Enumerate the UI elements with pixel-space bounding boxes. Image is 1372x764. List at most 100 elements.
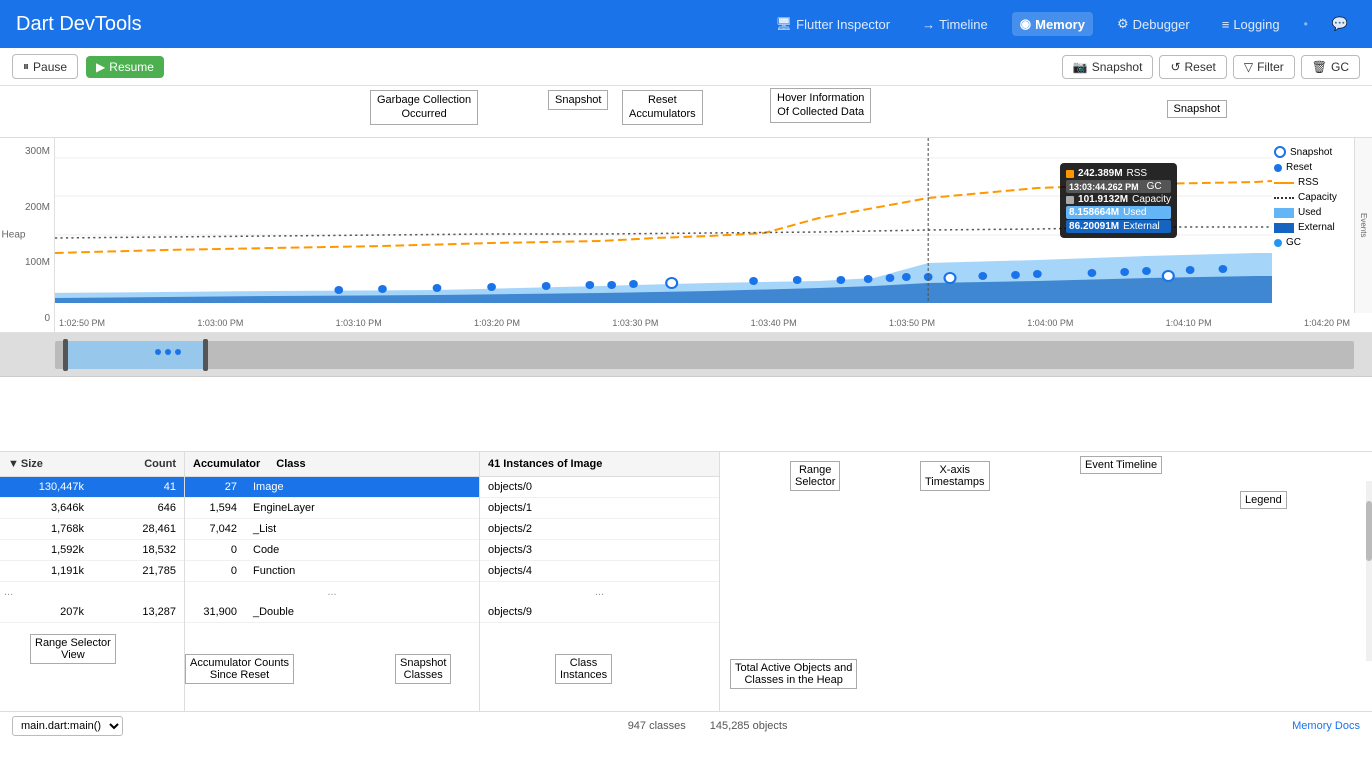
pause-button[interactable]: ⏸ Pause: [12, 54, 78, 79]
nav-memory[interactable]: ◉ Memory: [1012, 12, 1093, 36]
mobile-icon: 🖥: [776, 16, 793, 32]
annotation-reset-accumulators: Reset Accumulators: [622, 90, 703, 125]
nav-logging[interactable]: ≡ Logging: [1214, 13, 1288, 36]
range-selector[interactable]: [0, 333, 1372, 377]
main-selector[interactable]: main.dart:main(): [12, 716, 123, 736]
gc-legend-icon: [1274, 239, 1282, 247]
legend-item-external: External: [1274, 222, 1364, 233]
gc-button[interactable]: 🗑 GC: [1301, 55, 1360, 79]
table-row[interactable]: 0 Code: [185, 540, 479, 561]
list-item[interactable]: objects/4: [480, 561, 719, 582]
range-dot-2: [165, 349, 171, 355]
acc-header-class[interactable]: Class: [268, 452, 313, 476]
filter-icon: ▽: [1244, 60, 1253, 74]
chart-legend: Snapshot Reset RSS Capacity Used: [1274, 146, 1364, 248]
memory-docs-link[interactable]: Memory Docs: [1292, 720, 1360, 732]
legend-item-used: Used: [1274, 207, 1364, 218]
statusbar: main.dart:main() 947 classes 145,285 obj…: [0, 711, 1372, 740]
annotation-garbage-collection: Garbage Collection Occurred: [370, 90, 478, 125]
acc-panel-header: Accumulator Class: [185, 452, 479, 477]
snapshot-button[interactable]: 📷 Snapshot: [1062, 55, 1154, 79]
resume-button[interactable]: ▶ Resume: [86, 56, 164, 78]
size-panel-header: ▼ Size Count: [0, 452, 184, 477]
tooltip-used-row: 8.158664M Used: [1066, 206, 1171, 219]
tooltip-external-row: 86.20091M External: [1066, 220, 1171, 233]
legend-item-rss: RSS: [1274, 177, 1364, 188]
debugger-icon: ⚙: [1117, 16, 1129, 32]
nav-timeline[interactable]: → Timeline: [914, 13, 996, 36]
range-handle-right[interactable]: [203, 339, 208, 371]
reset-button[interactable]: ↺ Reset: [1159, 55, 1226, 79]
table-row[interactable]: 1,592k 18,532: [0, 540, 184, 561]
table-row[interactable]: 0 Function: [185, 561, 479, 582]
table-row[interactable]: 31,900 _Double: [185, 602, 479, 623]
nav-feedback[interactable]: 💬: [1324, 12, 1356, 36]
filter-button[interactable]: ▽ Filter: [1233, 55, 1295, 79]
rss-legend-icon: [1274, 182, 1294, 184]
pause-icon: ⏸: [23, 59, 29, 74]
size-panel: ▼ Size Count 130,447k 41 3,646k 646: [0, 452, 185, 711]
toolbar-right: 📷 Snapshot ↺ Reset ▽ Filter 🗑 GC: [1062, 55, 1360, 79]
list-item[interactable]: objects/9: [480, 602, 719, 623]
accumulator-panel: Accumulator Class 27 Image 1,594 EngineL…: [185, 452, 480, 711]
chart-section: 300M 200M 100M 0 Heap: [0, 138, 1372, 451]
size-ellipsis: ...: [0, 582, 184, 602]
legend-item-capacity: Capacity: [1274, 192, 1364, 203]
instances-header: 41 Instances of Image: [480, 452, 719, 477]
tooltip-rss-color: [1066, 170, 1074, 178]
acc-ellipsis: ...: [185, 582, 479, 602]
table-row[interactable]: 1,768k 28,461: [0, 519, 184, 540]
table-row[interactable]: 7,042 _List: [185, 519, 479, 540]
range-handle-left[interactable]: [63, 339, 68, 371]
tooltip-capacity-row: 101.9132M Capacity: [1066, 194, 1171, 205]
table-row[interactable]: 130,447k 41: [0, 477, 184, 498]
objects-count: 145,285 objects: [710, 720, 788, 732]
range-bg: [55, 341, 1354, 369]
toolbar: ⏸ Pause ▶ Resume 📷 Snapshot ↺ Reset ▽ Fi…: [0, 48, 1372, 86]
size-header-count[interactable]: Count: [92, 452, 184, 476]
range-selector-inner: [55, 333, 1354, 376]
tooltip-rss-row: 242.389M RSS: [1066, 168, 1171, 179]
range-dot-3: [175, 349, 181, 355]
chart-container[interactable]: 300M 200M 100M 0 Heap: [0, 138, 1372, 333]
memory-icon: ◉: [1020, 16, 1031, 32]
table-row[interactable]: 27 Image: [185, 477, 479, 498]
annotation-snapshot: Snapshot: [548, 90, 608, 110]
heap-label: Heap: [2, 230, 26, 241]
chart-x-axis: 1:02:50 PM 1:03:00 PM 1:03:10 PM 1:03:20…: [55, 314, 1354, 332]
table-row[interactable]: 1,191k 21,785: [0, 561, 184, 582]
reset-icon: ↺: [1170, 60, 1180, 74]
annotation-snapshot-right: Snapshot: [1167, 100, 1227, 118]
instances-ellipsis: ...: [480, 582, 719, 602]
list-item[interactable]: objects/0: [480, 477, 719, 498]
list-item[interactable]: objects/2: [480, 519, 719, 540]
gc-icon: 🗑: [1312, 60, 1327, 74]
legend-item-gc: GC: [1274, 237, 1364, 248]
size-header-size[interactable]: ▼ Size: [0, 452, 92, 476]
annotation-panel: [720, 452, 1372, 711]
capacity-legend-icon: [1274, 197, 1294, 199]
statusbar-center: 947 classes 145,285 objects: [628, 720, 788, 732]
main-content: ⏸ Pause ▶ Resume 📷 Snapshot ↺ Reset ▽ Fi…: [0, 48, 1372, 764]
nav-debugger[interactable]: ⚙ Debugger: [1109, 12, 1198, 36]
external-legend-icon: [1274, 223, 1294, 233]
range-fill: [65, 341, 205, 369]
table-row[interactable]: 3,646k 646: [0, 498, 184, 519]
acc-panel-body: 27 Image 1,594 EngineLayer 7,042 _List 0…: [185, 477, 479, 711]
reset-legend-icon: [1274, 164, 1282, 172]
nav-bar: 🖥 Flutter Inspector → Timeline ◉ Memory …: [768, 12, 1356, 36]
timeline-icon: →: [922, 17, 935, 32]
acc-header-accumulator[interactable]: Accumulator: [185, 452, 268, 476]
table-row[interactable]: 1,594 EngineLayer: [185, 498, 479, 519]
statusbar-left: main.dart:main(): [12, 716, 123, 736]
list-item[interactable]: objects/1: [480, 498, 719, 519]
logging-icon: ≡: [1222, 17, 1230, 32]
play-icon: ▶: [96, 60, 105, 74]
events-sidebar: Events: [1354, 138, 1372, 313]
nav-flutter-inspector[interactable]: 🖥 Flutter Inspector: [768, 12, 898, 36]
range-dot-1: [155, 349, 161, 355]
list-item[interactable]: objects/3: [480, 540, 719, 561]
instances-body: objects/0 objects/1 objects/2 objects/3 …: [480, 477, 719, 711]
app-title: Dart DevTools: [16, 13, 142, 36]
table-row[interactable]: 207k 13,287: [0, 602, 184, 623]
